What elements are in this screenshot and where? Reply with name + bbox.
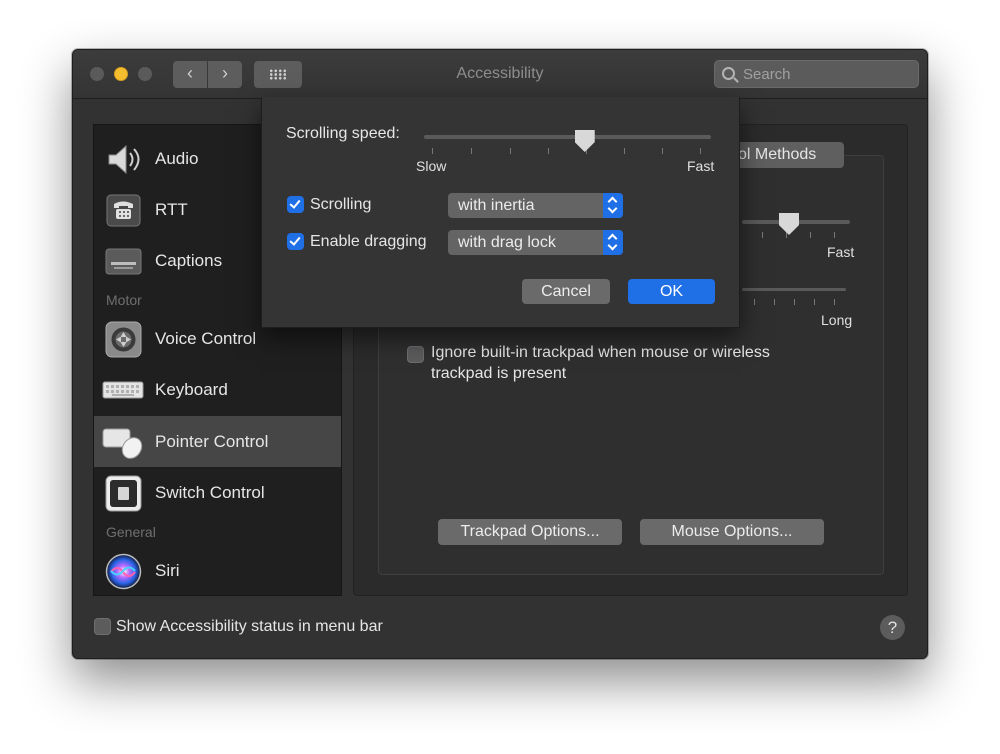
speaker-icon: [108, 144, 140, 175]
slider-fast-label: Fast: [827, 244, 855, 260]
sidebar-item-switch-control[interactable]: Switch Control: [94, 467, 341, 518]
mouse-options-button[interactable]: Mouse Options...: [640, 519, 824, 545]
updown-chevron-icon: [603, 230, 623, 255]
ignore-trackpad-label-line2: trackpad is present: [431, 365, 567, 382]
slider-tick: [471, 148, 472, 154]
checkmark-icon: [289, 197, 301, 209]
slider-tick: [814, 299, 815, 305]
enable-dragging-label: Enable dragging: [310, 233, 427, 250]
slider-tick: [786, 232, 787, 238]
slider-tick: [510, 148, 511, 154]
scrolling-speed-slider[interactable]: [424, 135, 711, 139]
telephone-icon: [106, 194, 141, 227]
show-status-checkbox[interactable]: [94, 618, 111, 635]
sidebar-item-label: Keyboard: [155, 380, 228, 399]
scrolling-checkbox[interactable]: [287, 196, 304, 213]
scrolling-speed-thumb[interactable]: [574, 130, 595, 152]
sidebar-item-label: RTT: [155, 200, 188, 219]
slider-tick: [700, 148, 701, 154]
help-button[interactable]: ?: [880, 615, 905, 640]
show-status-label: Show Accessibility status in menu bar: [116, 618, 383, 635]
sidebar-item-label: Pointer Control: [155, 432, 269, 451]
trackpad-options-button[interactable]: Trackpad Options...: [438, 519, 622, 545]
captions-icon: [105, 248, 142, 275]
trackpad-options-sheet: Scrolling speed: Slow Fast Scrolling wit…: [261, 97, 740, 328]
tab-alternate-control-methods[interactable]: ol Methods: [732, 142, 844, 168]
sidebar-item-label: Audio: [155, 149, 199, 168]
sidebar-item-label: Switch Control: [155, 483, 265, 502]
sidebar-header-motor: Motor: [106, 292, 142, 308]
dragging-mode-value: with drag lock: [458, 234, 556, 251]
sidebar-header-general: General: [106, 524, 156, 540]
checkmark-icon: [289, 234, 301, 246]
enable-dragging-checkbox[interactable]: [287, 233, 304, 250]
spring-loading-delay-slider[interactable]: [742, 288, 846, 291]
slider-tick: [834, 232, 835, 238]
scrolling-label: Scrolling: [310, 196, 372, 213]
slider-tick: [810, 232, 811, 238]
ignore-trackpad-label-line1: Ignore built-in trackpad when mouse or w…: [431, 344, 770, 361]
cancel-button[interactable]: Cancel: [522, 279, 610, 304]
slider-tick: [432, 148, 433, 154]
slider-tick: [624, 148, 625, 154]
slider-tick: [548, 148, 549, 154]
ignore-trackpad-checkbox[interactable]: [407, 346, 424, 363]
slow-label: Slow: [416, 158, 447, 174]
scrolling-mode-popup[interactable]: with inertia: [448, 193, 623, 218]
keyboard-icon: [102, 381, 144, 399]
slider-tick: [774, 299, 775, 305]
sidebar-item-keyboard[interactable]: Keyboard: [94, 364, 341, 415]
dragging-mode-popup[interactable]: with drag lock: [448, 230, 623, 255]
search-placeholder: Search: [743, 66, 791, 83]
siri-icon: [105, 553, 142, 590]
switch-control-icon: [105, 475, 142, 512]
titlebar: ‹ › Accessibility Search: [73, 50, 927, 99]
slider-long-label: Long: [821, 312, 853, 328]
sidebar-item-label: Voice Control: [155, 329, 257, 348]
sidebar-item-pointer-control[interactable]: Pointer Control: [94, 416, 341, 467]
slider-tick: [834, 299, 835, 305]
slider-tick: [662, 148, 663, 154]
slider-tick: [754, 299, 755, 305]
search-field[interactable]: Search: [714, 60, 919, 88]
slider-tick: [794, 299, 795, 305]
fast-label: Fast: [687, 158, 715, 174]
updown-chevron-icon: [603, 193, 623, 218]
scrolling-mode-value: with inertia: [458, 197, 535, 214]
voice-control-icon: [105, 321, 142, 358]
slider-tick: [762, 232, 763, 238]
sidebar-item-label: Captions: [155, 251, 223, 270]
pointer-control-icon: [102, 428, 143, 459]
ok-button[interactable]: OK: [628, 279, 715, 304]
search-icon: [722, 67, 735, 80]
sidebar-item-siri[interactable]: Siri: [94, 545, 341, 596]
sidebar-item-label: Siri: [155, 561, 180, 580]
scrolling-speed-label: Scrolling speed:: [286, 125, 400, 142]
